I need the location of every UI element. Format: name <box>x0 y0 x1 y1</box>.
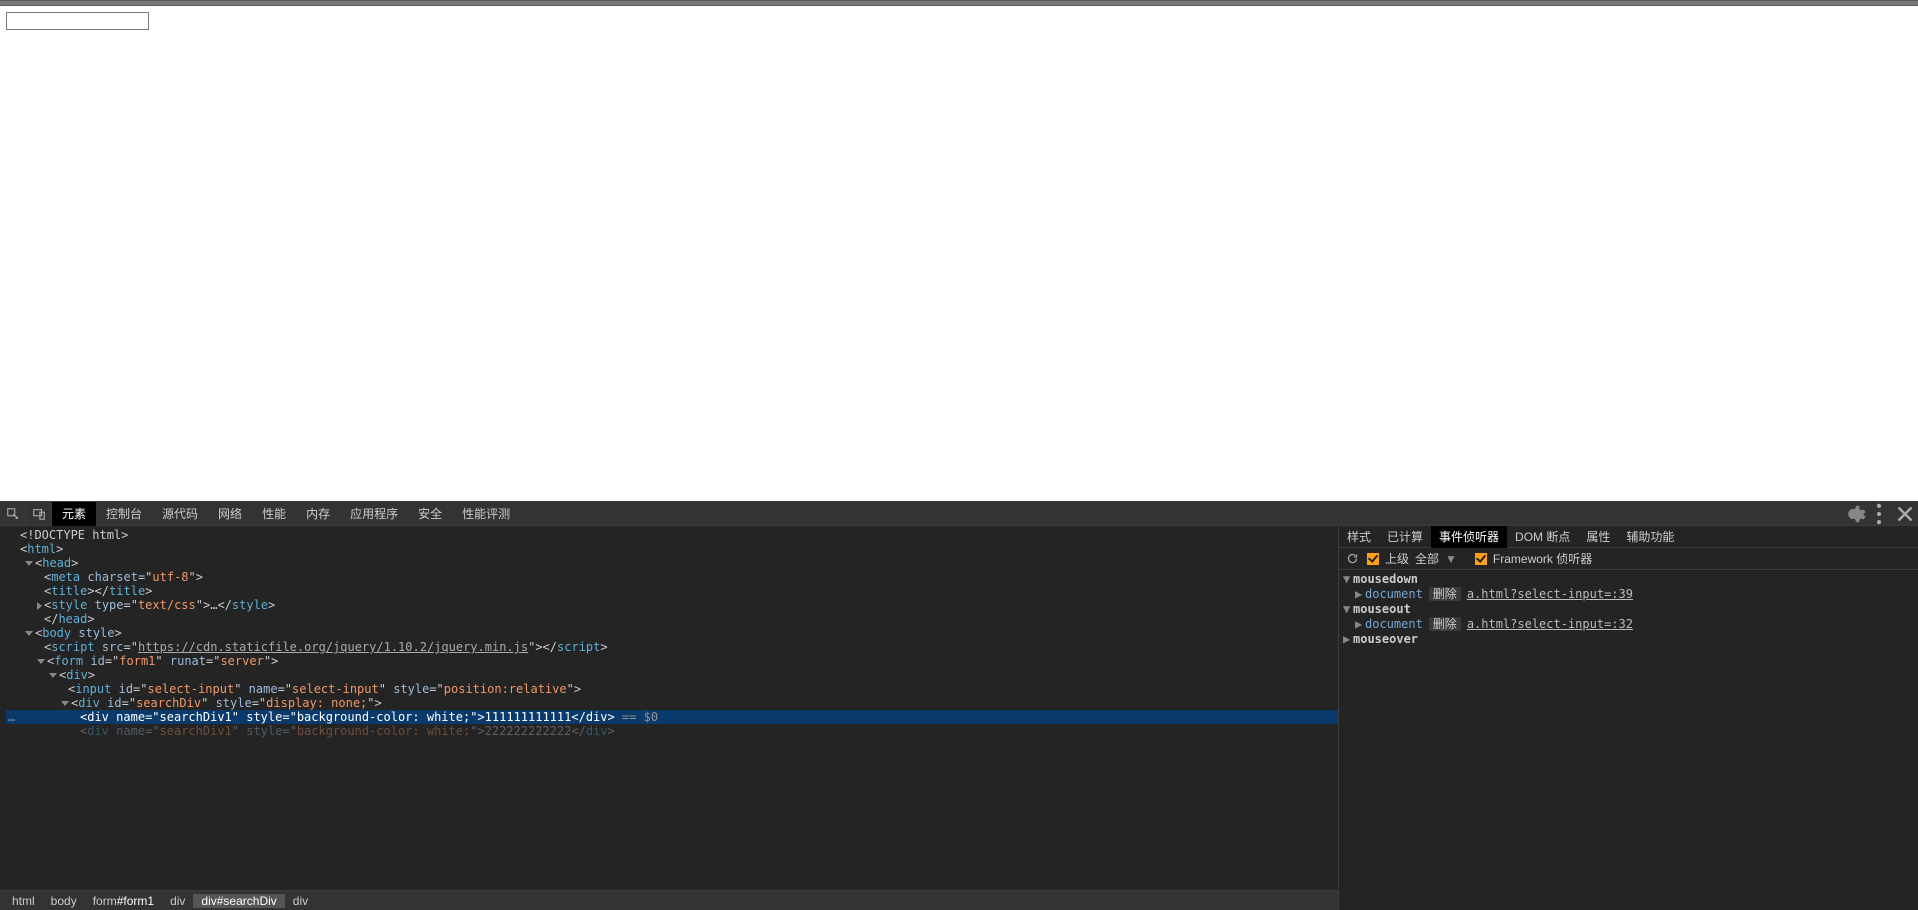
listener-entry[interactable]: ▶document删除a.html?select-input=:32 <box>1343 617 1914 632</box>
dom-node[interactable]: <div id="searchDiv" style="display: none… <box>6 696 1338 710</box>
listener-entry[interactable]: ▶document删除a.html?select-input=:39 <box>1343 587 1914 602</box>
tab-console[interactable]: 控制台 <box>96 502 152 526</box>
side-tab-accessibility[interactable]: 辅助功能 <box>1618 526 1682 548</box>
settings-icon[interactable] <box>1840 502 1866 526</box>
dom-breadcrumb: html body form#form1 div div#searchDiv d… <box>0 890 1338 910</box>
crumb-body[interactable]: body <box>43 894 85 908</box>
remove-listener-button[interactable]: 删除 <box>1429 617 1461 631</box>
listener-source-link[interactable]: a.html?select-input=:32 <box>1467 617 1633 631</box>
devtools-panel: 元素 控制台 源代码 网络 性能 内存 应用程序 安全 性能评测 <box>0 501 1918 910</box>
dom-node[interactable]: <meta charset="utf-8"> <box>6 570 1338 584</box>
page-body <box>0 6 1918 501</box>
crumb-form[interactable]: form#form1 <box>85 894 162 908</box>
crumb-div2[interactable]: div <box>285 894 316 908</box>
devtools-toolbar: 元素 控制台 源代码 网络 性能 内存 应用程序 安全 性能评测 <box>0 502 1918 526</box>
event-listeners-list[interactable]: ▼mousedown▶document删除a.html?select-input… <box>1339 570 1918 910</box>
framework-label: Framework 侦听器 <box>1493 550 1592 567</box>
dom-node[interactable]: <html> <box>6 542 1338 556</box>
listener-source-link[interactable]: a.html?select-input=:39 <box>1467 587 1633 601</box>
dom-node[interactable]: <title></title> <box>6 584 1338 598</box>
dom-node[interactable]: <head> <box>6 556 1338 570</box>
listeners-filter-bar: 上级 全部 ▼ Framework 侦听器 <box>1339 548 1918 570</box>
tab-security[interactable]: 安全 <box>408 502 452 526</box>
elements-dom-panel: <!DOCTYPE html><html><head><meta charset… <box>0 526 1339 910</box>
side-tab-properties[interactable]: 属性 <box>1578 526 1618 548</box>
crumb-html[interactable]: html <box>4 894 43 908</box>
dom-node[interactable]: …<div name="searchDiv1" style="backgroun… <box>6 710 1338 724</box>
all-label[interactable]: 全部 <box>1415 550 1439 567</box>
side-tab-event-listeners[interactable]: 事件侦听器 <box>1431 526 1507 548</box>
dropdown-icon[interactable]: ▼ <box>1445 552 1457 566</box>
listener-group-mouseover[interactable]: ▶mouseover <box>1343 632 1914 647</box>
tab-network[interactable]: 网络 <box>208 502 252 526</box>
inspect-element-icon[interactable] <box>0 502 26 526</box>
dom-node[interactable]: <script src="https://cdn.staticfile.org/… <box>6 640 1338 654</box>
select-input[interactable] <box>6 12 149 30</box>
dom-node[interactable]: <!DOCTYPE html> <box>6 528 1338 542</box>
crumb-div[interactable]: div <box>162 894 193 908</box>
devtools-tabs: 元素 控制台 源代码 网络 性能 内存 应用程序 安全 性能评测 <box>52 502 520 526</box>
tab-memory[interactable]: 内存 <box>296 502 340 526</box>
side-tab-computed[interactable]: 已计算 <box>1379 526 1431 548</box>
side-tab-styles[interactable]: 样式 <box>1339 526 1379 548</box>
dom-node[interactable]: </head> <box>6 612 1338 626</box>
tab-audits[interactable]: 性能评测 <box>452 502 520 526</box>
tab-elements[interactable]: 元素 <box>52 502 96 526</box>
dom-tree[interactable]: <!DOCTYPE html><html><head><meta charset… <box>0 526 1338 890</box>
close-icon[interactable] <box>1892 502 1918 526</box>
tab-performance[interactable]: 性能 <box>252 502 296 526</box>
tab-application[interactable]: 应用程序 <box>340 502 408 526</box>
dom-node[interactable]: <div name="searchDiv1" style="background… <box>6 724 1338 738</box>
more-icon[interactable] <box>1866 502 1892 526</box>
crumb-searchDiv[interactable]: div#searchDiv <box>193 894 284 908</box>
refresh-icon[interactable] <box>1343 552 1361 565</box>
ancestor-label: 上级 <box>1385 550 1409 567</box>
listener-group-mousedown[interactable]: ▼mousedown <box>1343 572 1914 587</box>
dom-node[interactable]: <body style> <box>6 626 1338 640</box>
ancestor-checkbox[interactable] <box>1367 553 1379 565</box>
tab-sources[interactable]: 源代码 <box>152 502 208 526</box>
dom-node[interactable]: <div> <box>6 668 1338 682</box>
framework-checkbox[interactable] <box>1475 553 1487 565</box>
dom-node[interactable]: <input id="select-input" name="select-in… <box>6 682 1338 696</box>
side-tab-dom-breakpoints[interactable]: DOM 断点 <box>1507 526 1578 548</box>
side-tabs: 样式 已计算 事件侦听器 DOM 断点 属性 辅助功能 <box>1339 526 1918 548</box>
listener-group-mouseout[interactable]: ▼mouseout <box>1343 602 1914 617</box>
device-toggle-icon[interactable] <box>26 502 52 526</box>
dom-node[interactable]: <style type="text/css">…</style> <box>6 598 1338 612</box>
remove-listener-button[interactable]: 删除 <box>1429 587 1461 601</box>
dom-node[interactable]: <form id="form1" runat="server"> <box>6 654 1338 668</box>
elements-side-panel: 样式 已计算 事件侦听器 DOM 断点 属性 辅助功能 上级 全部 ▼ <box>1339 526 1918 910</box>
